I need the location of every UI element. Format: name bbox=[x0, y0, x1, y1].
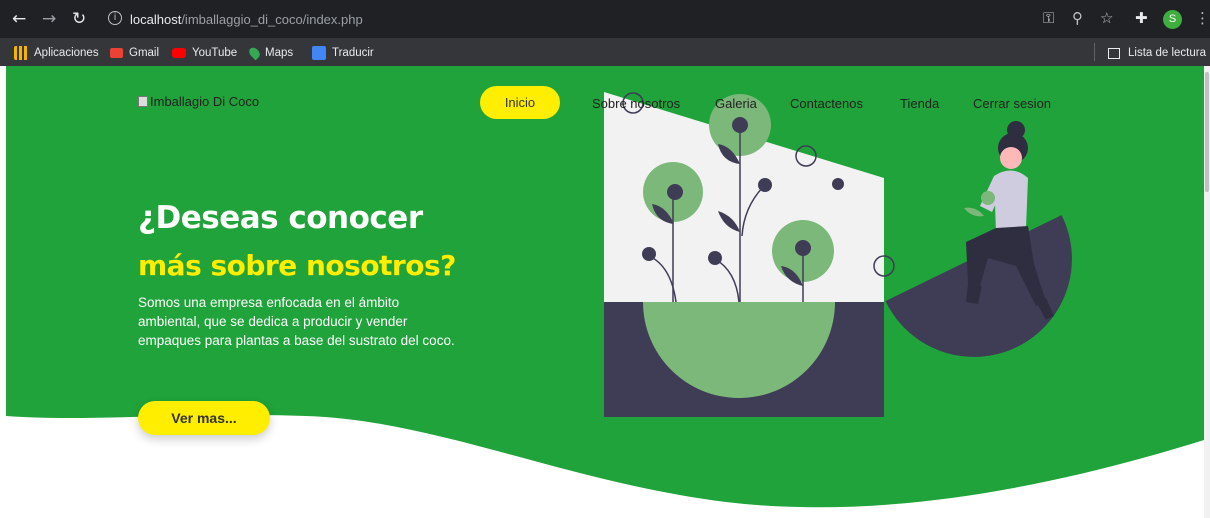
apps-icon bbox=[14, 46, 28, 60]
gmail-icon bbox=[110, 48, 123, 58]
bookmark-label: Gmail bbox=[129, 47, 160, 59]
page-viewport: Imballagio Di Coco Inicio Sobre nosotros… bbox=[0, 66, 1210, 518]
bookmark-label: Aplicaciones bbox=[34, 47, 99, 59]
bookmark-label: YouTube bbox=[192, 47, 238, 59]
star-icon[interactable]: ☆ bbox=[1100, 9, 1113, 27]
ver-mas-button[interactable]: Ver mas... bbox=[138, 401, 270, 435]
browser-toolbar: ← → ↻ i localhost/imballaggio_di_coco/in… bbox=[0, 0, 1210, 38]
url-text[interactable]: localhost/imballaggio_di_coco/index.php bbox=[130, 12, 363, 27]
menu-icon[interactable]: ⋮ bbox=[1195, 9, 1210, 27]
bookmark-label: Maps bbox=[265, 47, 294, 59]
maps-icon bbox=[247, 45, 262, 61]
zoom-icon[interactable]: ⚲ bbox=[1072, 9, 1083, 27]
back-icon[interactable]: ← bbox=[12, 9, 26, 29]
nav-cerrar-sesion[interactable]: Cerrar sesion bbox=[973, 96, 1051, 111]
bookmark-gmail[interactable]: Gmail bbox=[110, 45, 159, 61]
reload-icon[interactable]: ↻ bbox=[72, 9, 86, 29]
hero-description: Somos una empresa enfocada en el ámbito … bbox=[138, 295, 455, 348]
profile-avatar[interactable]: S bbox=[1163, 10, 1182, 29]
translate-icon bbox=[312, 46, 326, 60]
reading-list[interactable]: Lista de lectura bbox=[1094, 43, 1206, 61]
reading-list-label: Lista de lectura bbox=[1128, 47, 1206, 59]
bookmarks-bar: Aplicaciones Gmail YouTube Maps Traducir… bbox=[0, 38, 1210, 66]
nav-galeria[interactable]: Galeria bbox=[715, 96, 757, 111]
site-logo[interactable]: Imballagio Di Coco bbox=[138, 94, 259, 109]
broken-image-icon bbox=[138, 96, 148, 107]
info-icon[interactable]: i bbox=[108, 11, 122, 25]
separator bbox=[1094, 43, 1095, 61]
nav-contactenos[interactable]: Contactenos bbox=[790, 96, 863, 111]
nav-inicio-button[interactable]: Inicio bbox=[480, 86, 560, 119]
forward-icon[interactable]: → bbox=[42, 9, 56, 29]
youtube-icon bbox=[172, 48, 186, 58]
nav-sobre-nosotros[interactable]: Sobre nosotros bbox=[592, 96, 680, 111]
bookmark-maps[interactable]: Maps bbox=[247, 45, 294, 61]
hero-title-line1: ¿Deseas conocer bbox=[138, 200, 423, 236]
bookmark-apps[interactable]: Aplicaciones bbox=[14, 45, 99, 61]
reading-list-icon bbox=[1108, 47, 1120, 59]
bookmark-label: Traducir bbox=[332, 47, 374, 59]
extensions-icon[interactable]: ✚ bbox=[1135, 9, 1148, 27]
bookmark-youtube[interactable]: YouTube bbox=[172, 45, 237, 61]
hero-background bbox=[6, 66, 1204, 508]
bookmark-traducir[interactable]: Traducir bbox=[312, 45, 374, 61]
key-icon[interactable]: ⚿ bbox=[1043, 9, 1054, 27]
hero-title-line2: más sobre nosotros? bbox=[138, 249, 456, 282]
scrollbar-thumb[interactable] bbox=[1205, 72, 1209, 192]
nav-tienda[interactable]: Tienda bbox=[900, 96, 939, 111]
logo-alt-text: Imballagio Di Coco bbox=[150, 94, 260, 109]
